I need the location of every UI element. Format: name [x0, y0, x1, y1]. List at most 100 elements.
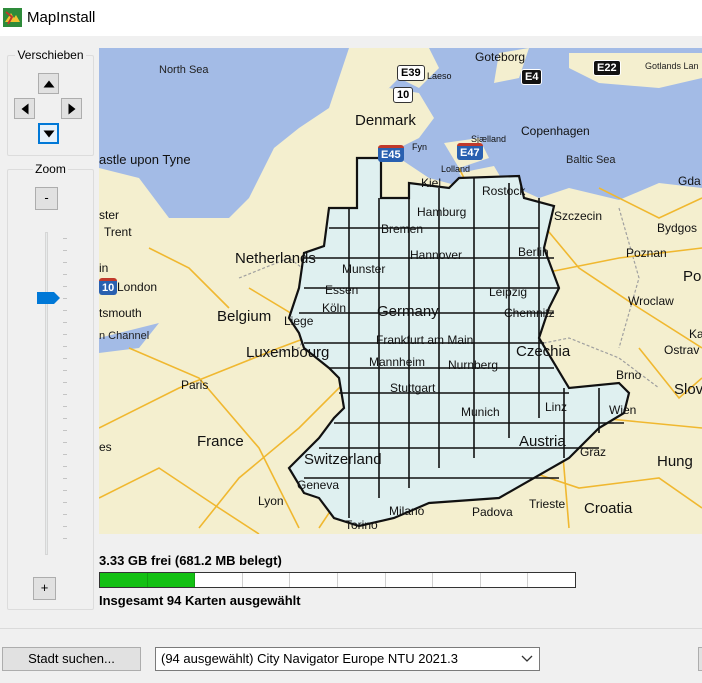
- map-city-label: Wien: [609, 403, 637, 417]
- map-city-label: in: [99, 261, 109, 275]
- map-city-label: Trent: [104, 225, 132, 239]
- zoom-slider-tick: [63, 490, 67, 491]
- map-country-label: Germany: [377, 303, 439, 320]
- road-shield: E45: [378, 145, 404, 162]
- pan-legend: Verschieben: [17, 48, 84, 62]
- map-country-label: Netherlands: [235, 250, 316, 267]
- map-city-label: Nurnberg: [448, 358, 499, 372]
- chevron-down-icon: [521, 655, 533, 662]
- map-city-label: Padova: [472, 505, 513, 519]
- map-city-label: Berlin: [518, 245, 549, 259]
- map-city-label: Fyn: [412, 142, 428, 152]
- map-country-label: Austria: [519, 433, 566, 450]
- map-sea-label: Gotlands Lan: [645, 61, 699, 71]
- map-city-label: Frankfurt am Main: [376, 333, 474, 347]
- map-city-label: Stuttgart: [390, 381, 436, 395]
- progress-segment: [100, 573, 148, 587]
- map-city-label: Mannheim: [369, 355, 426, 369]
- map-city-label: Lolland: [441, 164, 471, 174]
- map-city-label: Leipzig: [489, 285, 528, 299]
- map-city-label: Chemnitz: [504, 306, 555, 320]
- map-city-label: ster: [99, 208, 120, 222]
- map-city-label: astle upon Tyne: [99, 152, 191, 167]
- map-city-label: Geneva: [297, 478, 340, 492]
- map-city-label: Munich: [461, 405, 500, 419]
- map-city-label: Graz: [580, 445, 607, 459]
- map-city-label: Trieste: [529, 497, 566, 511]
- map-city-label: es: [99, 440, 112, 454]
- map-city-label: Hannover: [410, 248, 463, 262]
- progress-segment: [386, 573, 434, 587]
- zoom-out-button[interactable]: -: [35, 187, 58, 210]
- road-shield: E39: [397, 65, 425, 81]
- zoom-group: Zoom: [7, 162, 94, 610]
- zoom-slider-tick: [63, 394, 67, 395]
- window-title: MapInstall: [27, 9, 96, 26]
- arrow-left-icon: [21, 103, 28, 114]
- free-space-text: 3.33 GB frei (681.2 MB belegt): [99, 553, 282, 568]
- map-city-label: Ostrav: [664, 343, 700, 357]
- zoom-slider-tick: [63, 334, 67, 335]
- zoom-in-button[interactable]: +: [33, 577, 56, 600]
- map-city-label: Ka: [689, 327, 702, 341]
- map-country-label: Slov: [674, 381, 702, 398]
- road-shield: E47: [457, 143, 483, 160]
- zoom-slider-thumb[interactable]: [37, 292, 60, 304]
- zoom-slider-tick: [63, 274, 67, 275]
- zoom-slider-tick: [63, 286, 67, 287]
- map-country-label: Denmark: [355, 112, 416, 129]
- zoom-slider-tick: [63, 466, 67, 467]
- progress-segment: [528, 573, 575, 587]
- map-country-label: Hung: [657, 453, 693, 470]
- map-city-label: Wroclaw: [628, 294, 674, 308]
- product-select-value: (94 ausgewählt) City Navigator Europe NT…: [161, 651, 458, 666]
- map-city-label: Goteborg: [475, 50, 526, 64]
- map-city-label: Szczecin: [554, 209, 603, 223]
- zoom-slider-tick: [63, 310, 67, 311]
- map-country-label: Czechia: [516, 343, 571, 360]
- product-select[interactable]: (94 ausgewählt) City Navigator Europe NT…: [155, 647, 540, 671]
- zoom-slider-tick: [63, 358, 67, 359]
- pan-down-button[interactable]: [38, 123, 59, 144]
- partial-button[interactable]: [698, 647, 702, 671]
- map-city-label: Munster: [342, 262, 386, 276]
- map-city-label: Bremen: [381, 222, 424, 236]
- city-search-button[interactable]: Stadt suchen...: [2, 647, 141, 671]
- map-city-label: Laeso: [427, 71, 452, 81]
- map-city-label: Poznan: [626, 246, 667, 260]
- map-city-label: London: [117, 280, 158, 294]
- pan-left-button[interactable]: [14, 98, 35, 119]
- road-shield: 10: [99, 278, 118, 295]
- zoom-slider-tick: [63, 322, 67, 323]
- arrow-up-icon: [43, 80, 54, 87]
- pan-right-button[interactable]: [61, 98, 82, 119]
- progress-segment: [243, 573, 291, 587]
- zoom-slider-tick: [63, 250, 67, 251]
- map-city-label: Milano: [389, 504, 425, 518]
- map-city-label: Torino: [345, 518, 378, 532]
- progress-segment: [433, 573, 481, 587]
- road-shield: E4: [521, 69, 543, 85]
- map-city-label: Köln: [322, 301, 347, 315]
- map-view[interactable]: North Sea Baltic Sea Gotlands Lan n Chan…: [99, 48, 702, 534]
- map-city-label: Paris: [181, 378, 209, 392]
- zoom-slider-tick: [63, 478, 67, 479]
- pan-up-button[interactable]: [38, 73, 59, 94]
- map-city-label: Bydgos: [657, 221, 698, 235]
- road-shield: E22: [593, 60, 621, 76]
- zoom-slider-tick: [63, 442, 67, 443]
- zoom-slider-tick: [63, 502, 67, 503]
- zoom-slider-track[interactable]: [45, 232, 48, 555]
- zoom-slider-tick: [63, 430, 67, 431]
- zoom-slider-tick: [63, 526, 67, 527]
- progress-segment: [290, 573, 338, 587]
- title-bar: MapInstall: [0, 0, 702, 36]
- map-city-label: Liege: [284, 314, 314, 328]
- map-sea-label: n Channel: [99, 330, 150, 342]
- selected-maps-total: Insgesamt 94 Karten ausgewählt: [99, 593, 301, 608]
- progress-segment: [147, 573, 196, 587]
- progress-segment: [338, 573, 386, 587]
- map-city-label: Gda: [678, 174, 701, 188]
- map-city-label: Brno: [616, 368, 642, 382]
- map-city-label: Lyon: [258, 494, 284, 508]
